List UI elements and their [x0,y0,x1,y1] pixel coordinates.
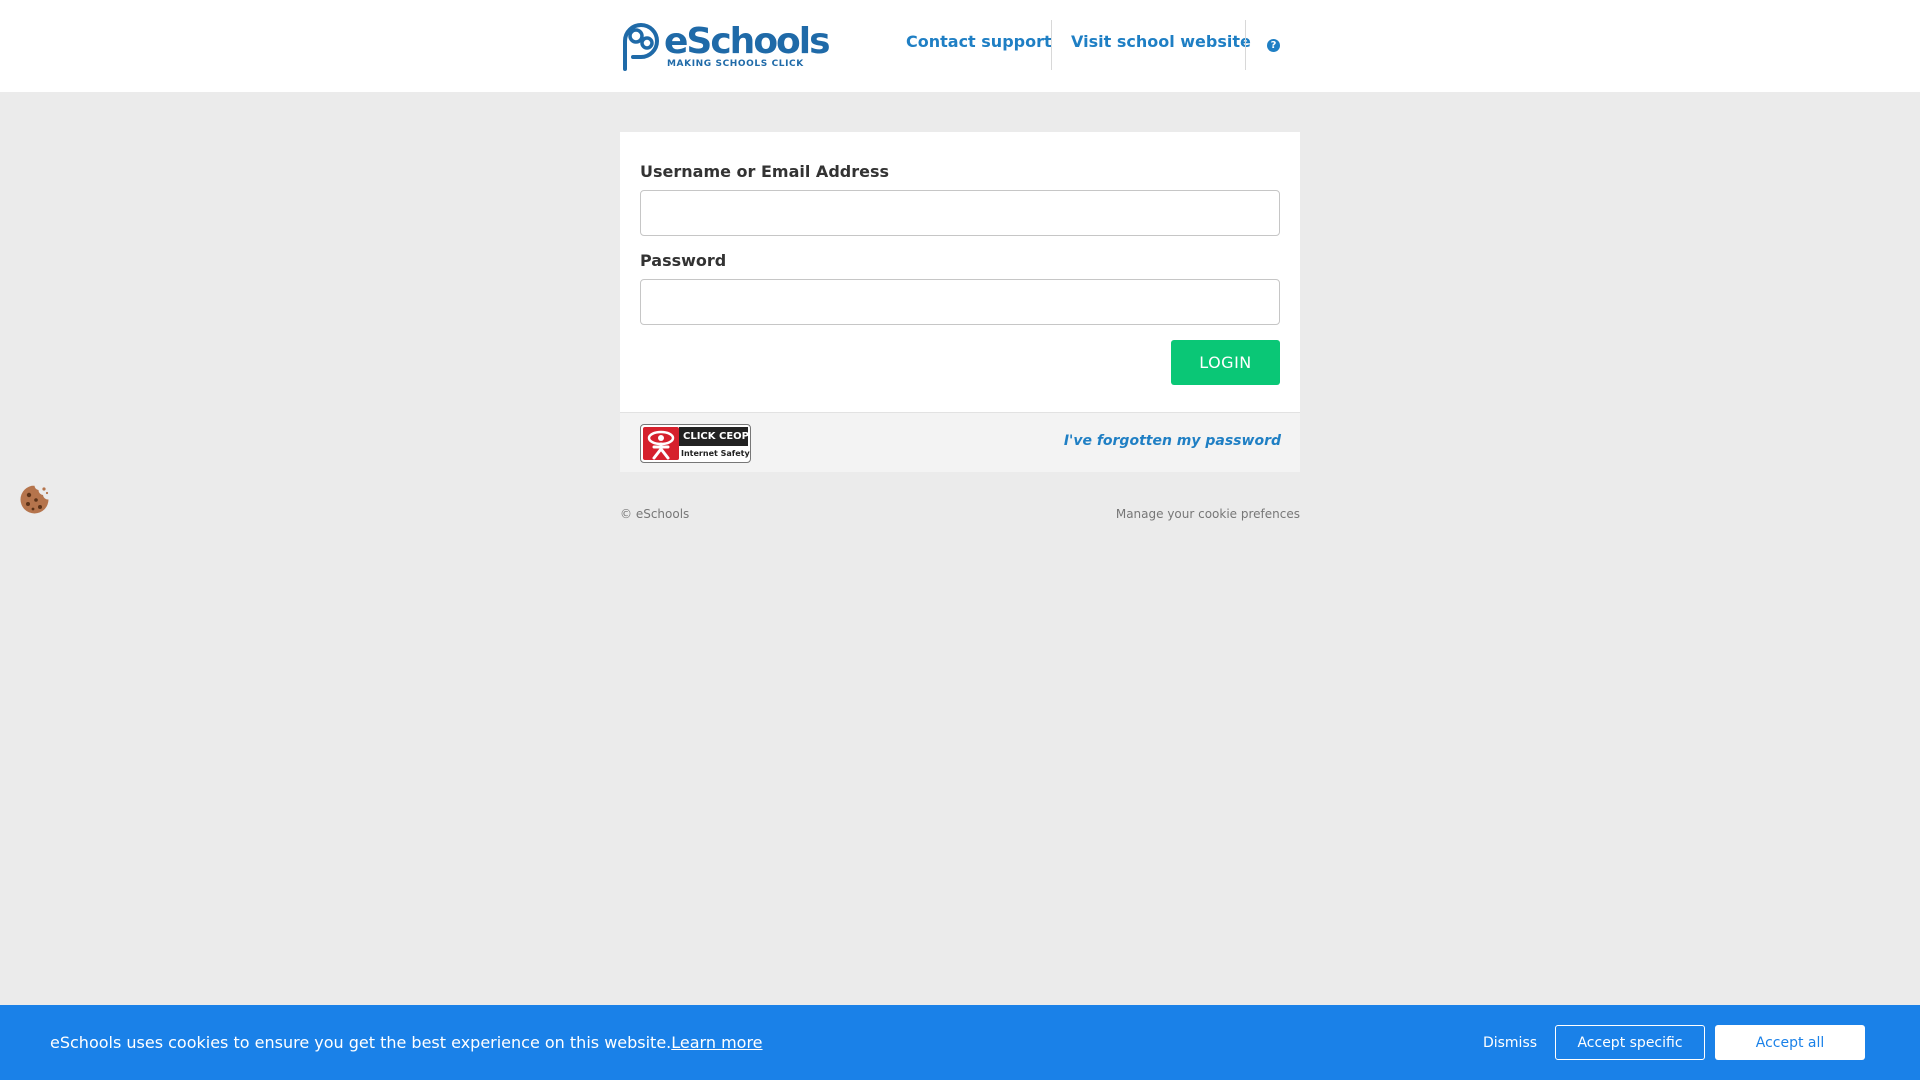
accept-all-button[interactable]: Accept all [1715,1025,1865,1060]
copyright-text: © eSchools [620,507,690,521]
question-circle-icon[interactable]: ? [1267,39,1280,52]
login-button[interactable]: LOGIN [1171,340,1280,385]
cookie-icon[interactable] [19,484,50,515]
logo-tagline: MAKING SCHOOLS CLICK [667,59,804,69]
cookie-message-text: eSchools uses cookies to ensure you get … [50,1033,672,1052]
learn-more-link[interactable]: Learn more [671,1033,762,1052]
login-card: Username or Email Address Password LOGIN… [620,132,1300,472]
nav-divider [1245,20,1246,70]
eschools-logo[interactable]: eSchools MAKING SCHOOLS CLICK [619,19,831,71]
username-label: Username or Email Address [640,162,890,181]
click-ceop-badge[interactable]: CLICK CEOP Internet Safety [640,424,751,463]
manage-cookie-preferences-link[interactable]: Manage your cookie prefences [1116,507,1300,521]
accept-specific-button[interactable]: Accept specific [1555,1025,1705,1060]
cookie-consent-banner: eSchools uses cookies to ensure you get … [0,1005,1920,1080]
logo-mark-icon [623,23,659,71]
nav-divider [1051,20,1052,70]
site-header: eSchools MAKING SCHOOLS CLICK Contact su… [0,0,1920,92]
password-label: Password [640,251,727,270]
visit-school-website-link[interactable]: Visit school website [1071,20,1251,70]
forgot-password-link[interactable]: I've forgotten my password [1064,433,1281,449]
contact-support-link[interactable]: Contact support [906,20,1052,70]
logo-wordmark: eSchools [664,21,831,62]
username-input[interactable] [640,190,1280,236]
dismiss-button[interactable]: Dismiss [1470,1026,1550,1060]
ceop-title: CLICK CEOP [679,427,749,446]
cookie-banner-message: eSchools uses cookies to ensure you get … [50,1033,763,1052]
password-input[interactable] [640,279,1280,325]
ceop-subtitle: Internet Safety [681,449,750,458]
ceop-eye-icon [643,427,679,460]
login-card-footer: CLICK CEOP Internet Safety I've forgotte… [620,412,1300,472]
